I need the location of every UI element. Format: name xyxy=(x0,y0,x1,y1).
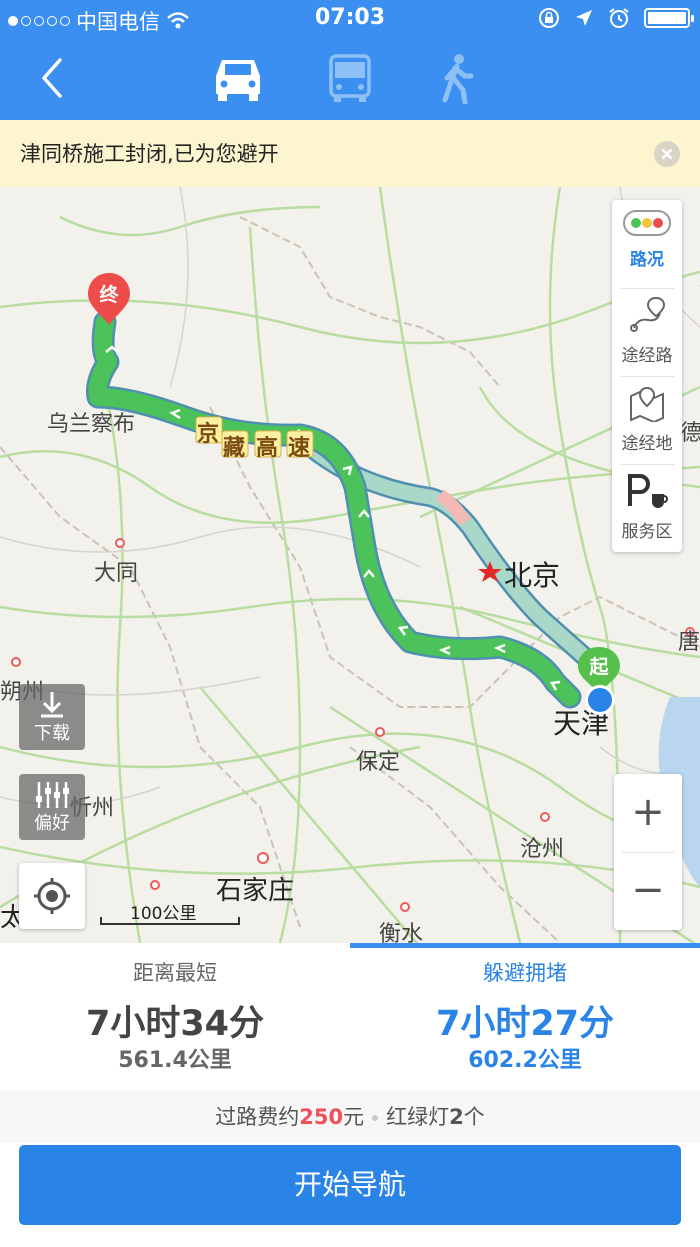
city-label-beijing: 北京 xyxy=(504,559,561,592)
route-time: 7小时27分 xyxy=(435,1004,615,1044)
service-area-label: 服务区 xyxy=(621,522,673,542)
city-label-hengshui: 衡水 xyxy=(379,922,424,943)
route-name: 距离最短 xyxy=(133,961,217,985)
via-place-button[interactable]: 途经地 xyxy=(612,376,682,464)
sliders-icon xyxy=(36,782,69,808)
highway-label-char: 速 xyxy=(288,436,311,461)
route-panel: 距离最短 7小时34分 561.4公里 躲避拥堵 7小时27分 602.2公里 … xyxy=(0,943,700,1247)
city-label-cangzhou: 沧州 xyxy=(520,837,565,862)
route-icon xyxy=(630,296,666,332)
route-time: 7小时34分 xyxy=(85,1004,265,1044)
preference-label: 偏好 xyxy=(34,813,70,834)
download-icon xyxy=(41,692,63,718)
battery-icon xyxy=(644,8,694,28)
traffic-label: 路况 xyxy=(630,250,664,270)
highway-label-char: 京 xyxy=(197,422,220,447)
notice-text: 津同桥施工封闭,已为您避开 xyxy=(20,142,279,166)
close-icon[interactable] xyxy=(654,141,680,167)
start-pin[interactable]: 起 xyxy=(576,645,622,717)
map-pin-icon xyxy=(630,386,664,422)
parking-icon xyxy=(628,474,668,508)
highway-label-char: 高 xyxy=(256,436,279,461)
city-label-datong: 大同 xyxy=(94,561,139,586)
locate-button[interactable] xyxy=(19,863,85,929)
route-distance: 561.4公里 xyxy=(118,1048,232,1073)
bus-icon[interactable] xyxy=(320,52,380,104)
zoom-control: + − xyxy=(614,774,682,930)
via-road-button[interactable]: 途经路 xyxy=(612,288,682,376)
zoom-in-button[interactable]: + xyxy=(614,774,682,852)
city-label-tangshan: 唐 xyxy=(678,630,700,655)
traffic-toggle[interactable]: 路况 xyxy=(612,200,682,288)
toll-value: 250 xyxy=(299,1105,344,1129)
location-arrow-icon xyxy=(576,10,592,26)
walk-icon[interactable] xyxy=(427,52,487,104)
transport-mode-bar xyxy=(0,38,700,120)
via-road-label: 途经路 xyxy=(621,346,673,366)
city-label-baoding: 保定 xyxy=(356,750,401,775)
city-label-wulanchabu: 乌兰察布 xyxy=(47,412,136,437)
download-label: 下载 xyxy=(34,723,70,744)
service-area-button[interactable]: 服务区 xyxy=(612,464,682,552)
highway-label-char: 藏 xyxy=(223,436,246,461)
route-distance: 602.2公里 xyxy=(468,1048,582,1073)
locate-icon xyxy=(34,878,70,914)
download-button[interactable]: 下载 xyxy=(19,684,85,750)
zoom-out-button[interactable]: − xyxy=(614,852,682,930)
map-view[interactable]: 京 藏 高 速 乌兰察布 大同 北京 天津 保定 沧州 石家庄 衡水 朔州 忻州… xyxy=(0,187,700,943)
scale-bar: 100公里 xyxy=(100,899,240,929)
preference-button[interactable]: 偏好 xyxy=(19,774,85,840)
start-navigation-button[interactable]: 开始导航 xyxy=(19,1145,681,1225)
via-place-label: 途经地 xyxy=(621,434,673,454)
end-pin[interactable]: 终 xyxy=(86,271,132,327)
notice-banner: 津同桥施工封闭,已为您避开 xyxy=(0,120,700,187)
alarm-icon xyxy=(609,8,629,28)
back-icon[interactable] xyxy=(34,56,74,100)
rotation-lock-icon xyxy=(539,8,559,28)
map-tools-panel: 路况 途经路 途经地 服务区 xyxy=(612,200,682,552)
route-summary: 过路费约250元 红绿灯2个 xyxy=(0,1091,700,1143)
route-name: 躲避拥堵 xyxy=(483,961,567,985)
route-option-avoid-congestion[interactable]: 躲避拥堵 7小时27分 602.2公里 xyxy=(350,943,700,1091)
toll-prefix: 过路费约 xyxy=(215,1105,300,1129)
start-pin-label: 起 xyxy=(589,656,609,678)
lights-prefix: 红绿灯 xyxy=(386,1105,450,1129)
status-bar: 中国电信 07:03 xyxy=(0,0,700,38)
car-icon[interactable] xyxy=(208,52,268,104)
lights-value: 2 xyxy=(449,1105,464,1129)
status-icons xyxy=(538,7,694,29)
city-label-dezhou: 德 xyxy=(680,421,700,446)
lights-suffix: 个 xyxy=(463,1105,485,1129)
route-option-shortest[interactable]: 距离最短 7小时34分 561.4公里 xyxy=(0,943,350,1091)
traffic-light-icon xyxy=(623,210,671,236)
toll-suffix: 元 xyxy=(343,1105,365,1129)
end-pin-label: 终 xyxy=(99,284,119,306)
